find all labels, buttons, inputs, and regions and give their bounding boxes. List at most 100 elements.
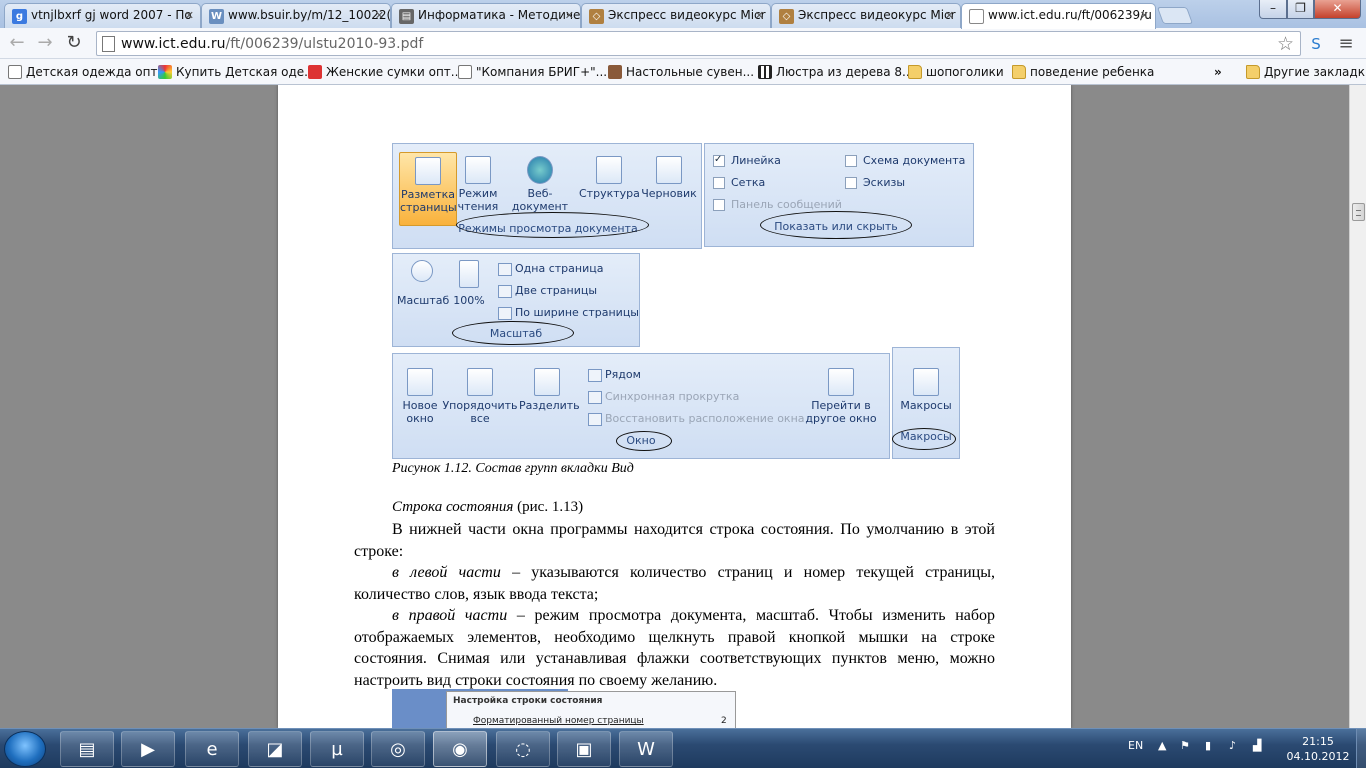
item-label: Макросы — [900, 399, 952, 412]
split-button: Разделить — [519, 368, 580, 412]
internet-explorer-icon[interactable]: e — [185, 731, 239, 767]
bookmark-item[interactable]: Люстра из дерева 8... — [756, 62, 914, 82]
network-icon[interactable]: ▟ — [1253, 739, 1261, 752]
bookmark-star-icon[interactable]: ☆ — [1277, 33, 1294, 55]
figure-caption: Рисунок 1.12. Состав групп вкладки Вид — [392, 461, 634, 476]
address-bar[interactable]: www.ict.edu.ru/ft/006239/ulstu2010-93.pd… — [96, 31, 1301, 56]
item-label: Масштаб — [397, 294, 450, 307]
folder-icon — [908, 65, 922, 79]
highlight-ellipse — [892, 428, 956, 450]
outline-icon — [596, 156, 622, 184]
chrome-icon[interactable]: ◉ — [433, 731, 487, 767]
start-button[interactable] — [4, 731, 46, 767]
close-icon[interactable]: ✕ — [375, 9, 384, 22]
close-icon[interactable]: ✕ — [1140, 9, 1149, 22]
vertical-scrollbar[interactable] — [1349, 85, 1366, 728]
show-desktop-button[interactable] — [1356, 729, 1366, 768]
close-icon[interactable]: ✕ — [185, 9, 194, 22]
bookmark-folder[interactable]: шопоголики — [906, 62, 1004, 82]
paragraph-3: в правой части – режим просмотра докумен… — [354, 605, 995, 691]
grid-icon — [758, 65, 772, 79]
close-window-button[interactable]: ✕ — [1314, 0, 1361, 19]
bookmark-item[interactable]: Купить Детская оде... — [156, 62, 316, 82]
media-icon[interactable]: ◎ — [371, 731, 425, 767]
other-bookmarks-folder[interactable]: Другие закладки — [1244, 62, 1366, 82]
show-hidden-icons-icon[interactable]: ▲ — [1158, 739, 1166, 752]
page-icon — [102, 36, 115, 52]
tab-2[interactable]: W www.bsuir.by/m/12_10022( ✕ — [201, 3, 391, 28]
p2-italic: в левой части — [392, 564, 501, 581]
bookmark-folder[interactable]: поведение ребенка — [1010, 62, 1154, 82]
tab-title: www.bsuir.by/m/12_10022( — [228, 8, 391, 22]
more-bookmarks-chevron-icon[interactable]: » — [1214, 62, 1222, 82]
item-label: Упорядочить все — [442, 399, 518, 425]
page-width-button: По ширине страницы — [497, 306, 639, 320]
scanner-icon[interactable]: ◪ — [248, 731, 302, 767]
bookmark-item[interactable]: Настольные сувен... — [606, 62, 754, 82]
close-icon[interactable]: ✕ — [565, 9, 574, 22]
bookmark-item[interactable]: Детская одежда опт... — [6, 62, 169, 82]
reload-icon[interactable]: ↻ — [63, 32, 85, 54]
draft-button: Черновик — [639, 156, 699, 200]
menu-wrench-icon[interactable]: ≡ — [1336, 34, 1356, 54]
battery-icon[interactable]: ▮ — [1205, 739, 1211, 752]
zoom-100-button: 100% — [449, 260, 489, 307]
close-icon[interactable]: ✕ — [755, 9, 764, 22]
tab-title: www.ict.edu.ru/ft/006239/u — [988, 8, 1152, 22]
heading-rest: (рис. 1.13) — [513, 499, 584, 515]
url-path: /ft/006239/ulstu2010-93.pdf — [225, 36, 424, 52]
new-window-icon — [407, 368, 433, 396]
outline-button: Структура — [579, 156, 640, 200]
side-by-side-button: Рядом — [587, 368, 641, 382]
flag-icon[interactable]: ⚑ — [1180, 739, 1190, 752]
forward-arrow-icon[interactable]: → — [34, 32, 56, 54]
browser-toolbar: ← → ↻ www.ict.edu.ru/ft/006239/ulstu2010… — [0, 28, 1366, 59]
language-indicator[interactable]: EN — [1128, 739, 1143, 752]
page-icon — [458, 65, 472, 79]
globe-icon — [527, 156, 553, 184]
tab-6-active[interactable]: www.ict.edu.ru/ft/006239/u ✕ — [961, 3, 1156, 29]
menu-item: Форматированный номер страницы — [473, 716, 644, 726]
skype-icon[interactable]: S — [1306, 34, 1326, 54]
pdf-viewer[interactable]: Разметка страницы Режим чтения Веб-докум… — [0, 85, 1349, 728]
arrange-icon — [467, 368, 493, 396]
item-label: Разделить — [519, 399, 580, 412]
one-page-button: Одна страница — [497, 262, 603, 276]
minimize-button[interactable]: – — [1259, 0, 1287, 19]
tab-1[interactable]: g vtnjlbxrf gj word 2007 - По ✕ — [4, 3, 201, 28]
explorer-icon[interactable]: ▤ — [60, 731, 114, 767]
url-host: www.ict.edu.ru — [121, 36, 226, 52]
close-icon[interactable]: ✕ — [945, 9, 954, 22]
highlight-ellipse — [760, 211, 912, 239]
grid-checkbox: Сетка — [713, 176, 765, 190]
switch-window-button: Перейти в другое окно — [799, 368, 883, 425]
word-icon[interactable]: W — [619, 731, 673, 767]
maximize-button[interactable]: ❐ — [1287, 0, 1314, 19]
utorrent-icon[interactable]: µ — [310, 731, 364, 767]
printer-icon: ▤ — [399, 9, 414, 24]
highlight-ellipse — [452, 321, 574, 345]
new-tab-button[interactable] — [1156, 7, 1194, 24]
scrollbar-thumb[interactable] — [1352, 203, 1365, 221]
tab-5[interactable]: ◇ Экспресс видеокурс Micr ✕ — [771, 3, 961, 28]
brown-icon — [608, 65, 622, 79]
item-label: Режим чтения — [457, 187, 499, 213]
two-pages-button: Две страницы — [497, 284, 597, 298]
draft-icon — [656, 156, 682, 184]
bookmark-item[interactable]: Женские сумки опт... — [306, 62, 462, 82]
webcam-icon[interactable]: ◌ — [496, 731, 550, 767]
bookmark-item[interactable]: "Компания БРИГ+"... — [456, 62, 607, 82]
page-100-icon — [459, 260, 479, 288]
section-heading: Строка состояния (рис. 1.13) — [392, 497, 992, 519]
macros-button: Макросы — [895, 368, 957, 412]
media-player-icon[interactable]: ▶ — [121, 731, 175, 767]
volume-icon[interactable]: ♪ — [1229, 739, 1236, 752]
highlight-ellipse — [616, 431, 672, 451]
tab-3[interactable]: ▤ Информатика - Методиче ✕ — [391, 3, 581, 28]
browser-chrome: g vtnjlbxrf gj word 2007 - По ✕ W www.bs… — [0, 0, 1366, 85]
clock[interactable]: 21:15 04.10.2012 — [1283, 734, 1353, 764]
back-arrow-icon[interactable]: ← — [6, 32, 28, 54]
tab-4[interactable]: ◇ Экспресс видеокурс Micr ✕ — [581, 3, 771, 28]
save-disk-icon[interactable]: ▣ — [557, 731, 611, 767]
folder-icon — [1246, 65, 1260, 79]
